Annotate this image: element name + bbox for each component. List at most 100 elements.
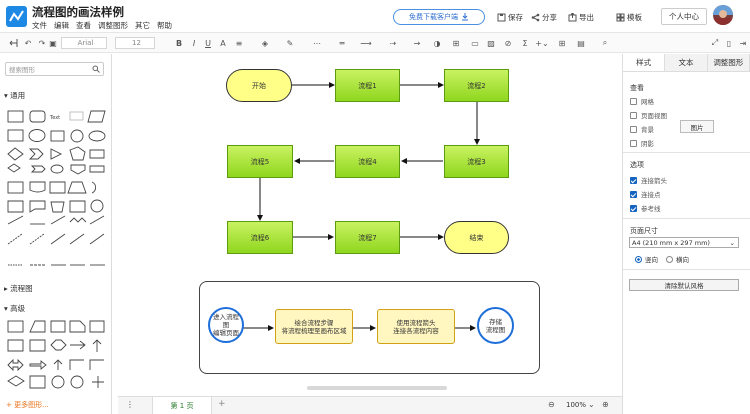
font-color-icon[interactable]: A [219,37,227,49]
page-tab-1[interactable]: 第 1 页 [152,397,212,414]
page-view-checkbox-box[interactable] [630,111,637,119]
sigma-icon[interactable]: Σ [520,37,530,49]
template-button[interactable]: 模板 [616,12,642,23]
background-image-button[interactable]: 图片 [680,120,714,133]
grid-checkbox[interactable]: 网格 [630,96,654,106]
font-family-select[interactable]: Arial [61,37,107,49]
landscape-radio-dot[interactable] [666,255,673,263]
font-size-select[interactable]: 12 [115,37,155,49]
download-client-button[interactable]: 免费下载客户端 [393,9,485,25]
underline-icon[interactable]: U [204,37,212,49]
node-process-6[interactable]: 流程6 [227,221,293,254]
zoom-icon[interactable]: ⌕ [600,37,610,49]
guides-checkbox-box[interactable] [630,204,637,212]
connection-arrows-checkbox-box[interactable] [630,176,637,184]
node-process-7[interactable]: 流程7 [335,221,400,254]
line-width-icon[interactable]: ═ [337,37,347,49]
more-shapes-link[interactable]: + 更多图形... [6,400,49,410]
shadow-checkbox-box[interactable] [630,139,637,147]
save-icon [497,13,506,22]
section-flowchart[interactable]: ▸ 流程图 [4,283,33,294]
grid-checkbox-box[interactable] [630,97,637,105]
redo-icon[interactable]: ↷ [37,37,47,49]
zoom-out-icon[interactable]: ⊖ [548,400,555,409]
zoom-level[interactable]: 100% [566,401,586,409]
diagram-canvas[interactable]: 开始 流程1 流程2 流程3 流程4 流程5 流程6 流程7 结束 进入流程图编… [118,54,618,396]
document-title[interactable]: 流程图的画法样例 [32,4,124,20]
fullscreen-icon[interactable]: ⤢ [710,37,720,49]
node-start[interactable]: 开始 [226,69,292,102]
page-size-select[interactable]: A4 (210 mm x 297 mm) ⌄ [629,237,739,248]
node-process-3[interactable]: 流程3 [444,145,509,178]
opacity-icon[interactable]: ◑ [432,37,442,49]
insert-icon[interactable]: +⌄ [535,37,549,49]
add-page-icon[interactable]: + [218,399,226,409]
undo-icon[interactable]: ↶ [23,37,33,49]
guides-checkbox[interactable]: 参考线 [630,203,661,213]
collapse-right-icon[interactable]: ⇥ [738,37,748,49]
arrow-end-icon[interactable]: → [411,37,423,49]
connection-arrows-checkbox[interactable]: 连接箭头 [630,175,667,185]
background-checkbox[interactable]: 背景 [630,124,654,134]
portrait-radio-dot[interactable] [635,255,642,263]
export-button[interactable]: 导出 [568,12,594,23]
page-view-checkbox[interactable]: 页面视图 [630,110,667,120]
format-painter-icon[interactable]: ▣ [49,37,57,49]
clear-default-style-button[interactable]: 清除默认风格 [629,279,739,291]
layout-icon[interactable]: ▤ [576,37,586,49]
advanced-shape-palette[interactable] [0,316,112,398]
menu-help[interactable]: 帮助 [157,20,172,31]
fill-color-icon[interactable]: ◈ [260,37,270,49]
general-shape-palette[interactable]: Text [0,54,112,284]
portrait-radio[interactable]: 竖向 [635,254,658,264]
connection-points-checkbox-box[interactable] [630,190,637,198]
node-end[interactable]: 结束 [444,221,509,254]
image-icon[interactable]: ▨ [486,37,496,49]
lock-icon[interactable]: ⊞ [451,37,461,49]
menu-view[interactable]: 查看 [76,20,91,31]
section-advanced[interactable]: ▾ 高级 [4,303,25,314]
node-draw-steps[interactable]: 绘合流程步骤 将流程梳理至画布区域 [275,309,353,344]
canvas-horizontal-scrollbar[interactable] [307,386,447,390]
view-section-label: 查看 [630,84,644,92]
node-connect-arrows[interactable]: 使用流程箭头 连接各流程内容 [377,309,455,344]
group-icon[interactable]: ▭ [470,37,480,49]
link-icon[interactable]: ⊘ [503,37,513,49]
connection-arrows-label: 连接箭头 [641,177,667,185]
table-icon[interactable]: ⊞ [557,37,567,49]
align-icon[interactable]: ≡ [235,37,243,49]
tab-arrange[interactable]: 调整图形 [707,54,750,71]
export-label: 导出 [579,13,594,22]
save-button[interactable]: 保存 [497,12,523,23]
personal-center-button[interactable]: 个人中心 [661,8,707,25]
node-process-5[interactable]: 流程5 [227,145,293,178]
line-style-icon[interactable]: ⋯ [312,37,322,49]
page-menu-icon[interactable]: ⋮ [126,400,134,409]
bold-icon[interactable]: B [175,37,183,49]
menu-file[interactable]: 文件 [32,20,47,31]
node-process-4[interactable]: 流程4 [335,145,400,178]
node-process-2[interactable]: 流程2 [444,69,509,102]
collapse-left-icon[interactable] [8,37,18,49]
node-save-diagram[interactable]: 存储 流程图 [477,307,514,344]
zoom-in-icon[interactable]: ⊕ [602,400,609,409]
avatar[interactable] [713,5,733,25]
menu-arrange[interactable]: 调整图形 [98,20,128,31]
connector-style-icon[interactable]: ⟶ [358,37,374,49]
shadow-checkbox[interactable]: 阴影 [630,138,654,148]
arrow-start-icon[interactable]: ⇢ [385,37,401,49]
node-process-1[interactable]: 流程1 [335,69,400,102]
background-checkbox-box[interactable] [630,125,637,133]
tab-text[interactable]: 文本 [665,54,708,71]
tab-style[interactable]: 样式 [623,54,666,71]
zoom-dropdown-icon[interactable]: ⌄ [588,400,595,409]
menu-edit[interactable]: 编辑 [54,20,69,31]
connection-points-checkbox[interactable]: 连接点 [630,189,661,199]
landscape-radio[interactable]: 横向 [666,254,689,264]
italic-icon[interactable]: I [190,37,198,49]
share-button[interactable]: 分享 [531,12,557,23]
menu-other[interactable]: 其它 [135,20,150,31]
collapse-panels-icon[interactable]: ▯ [724,37,734,49]
node-enter-editor[interactable]: 进入流程图 编辑页面 [208,307,244,343]
line-color-icon[interactable]: ✎ [285,37,295,49]
